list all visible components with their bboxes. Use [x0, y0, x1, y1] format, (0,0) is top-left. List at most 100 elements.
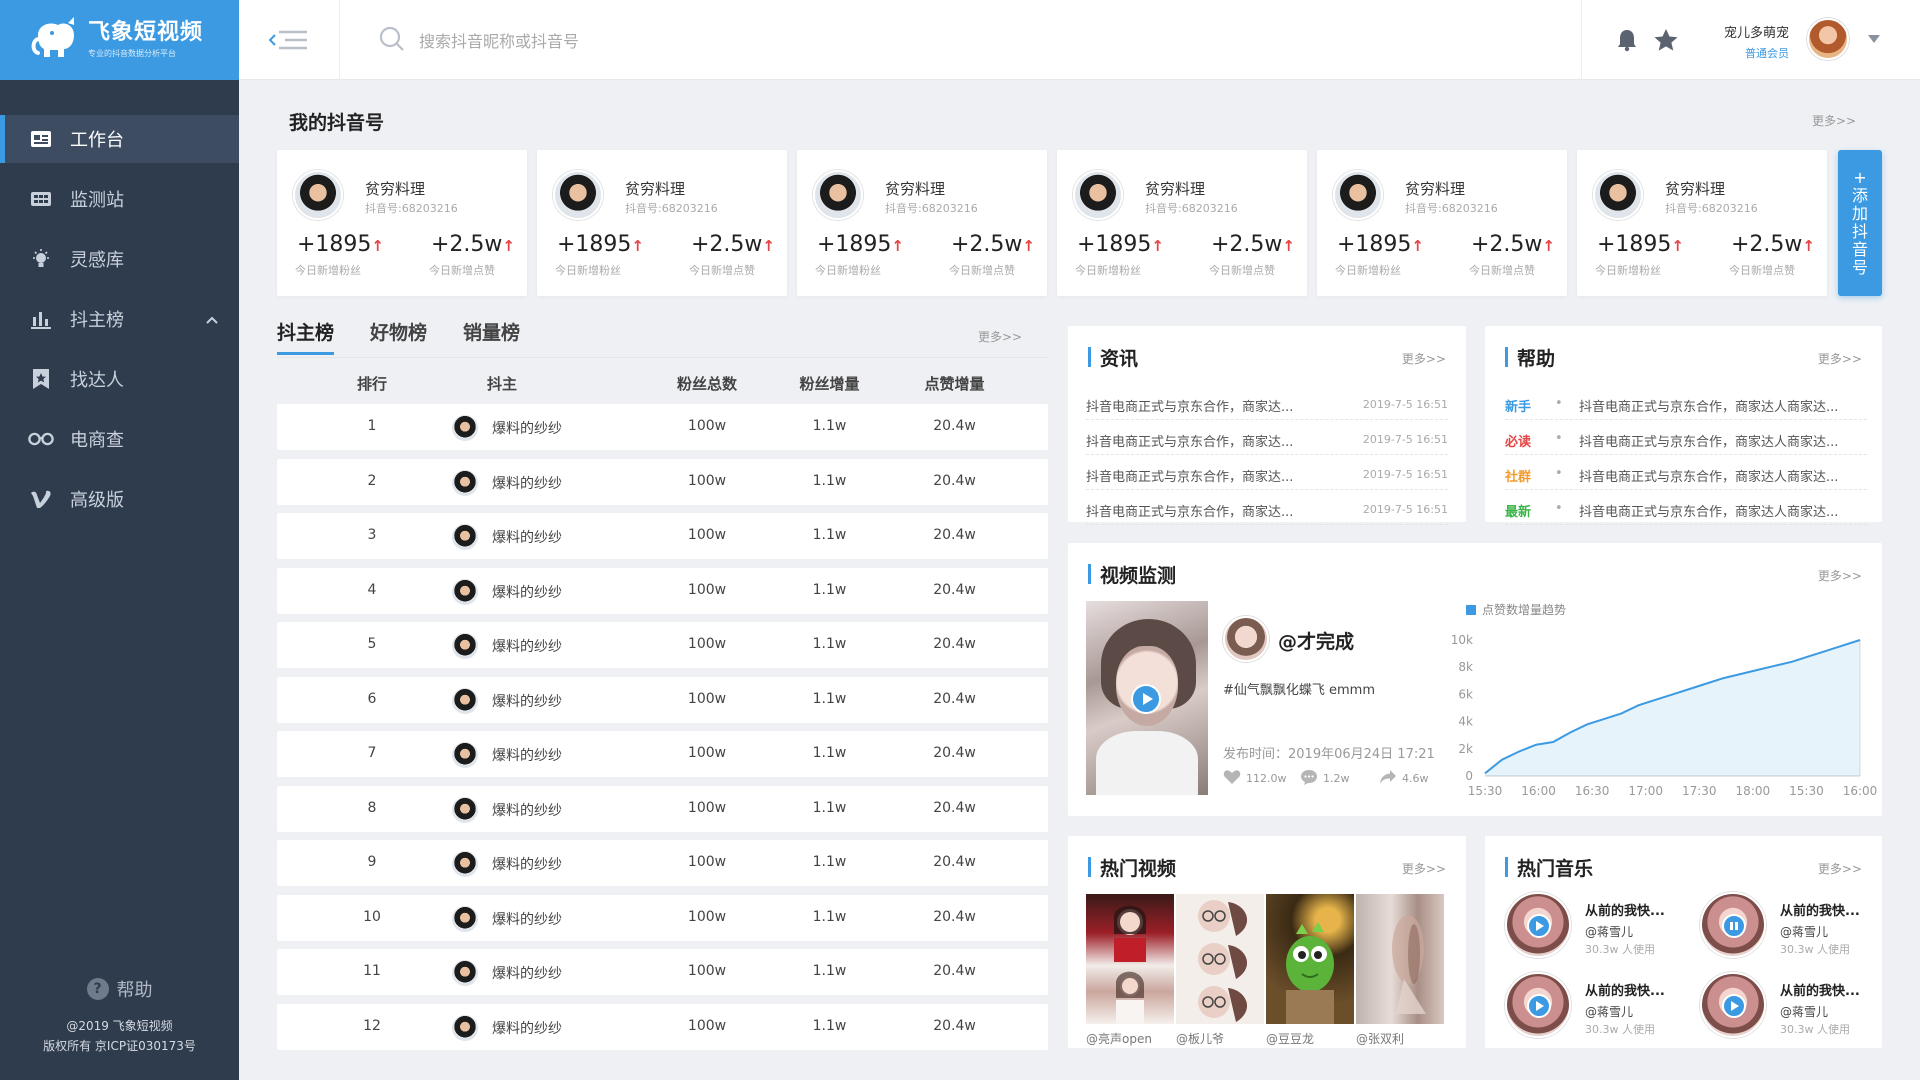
- search-input[interactable]: [419, 31, 779, 51]
- likes-increase: +2.5w↑: [1731, 232, 1815, 257]
- creator-name[interactable]: 爆料的纱纱: [492, 854, 562, 874]
- news-item[interactable]: 抖音电商正式与京东合作，商家达... 2019-7-5 16:51: [1086, 491, 1448, 525]
- creator-name[interactable]: 爆料的纱纱: [492, 745, 562, 765]
- video-monitor-panel: 视频监测 更多>> @才完成 #仙气飘飘化蝶飞 emmm 发布时间：2019年0…: [1068, 543, 1882, 816]
- total-fans-cell: 100w: [687, 963, 727, 979]
- total-fans-cell: 100w: [687, 527, 727, 543]
- user-avatar[interactable]: [1807, 18, 1849, 60]
- table-row[interactable]: 9 爆料的纱纱 100w 1.1w 20.4w: [277, 840, 1048, 886]
- creator-name[interactable]: 爆料的纱纱: [492, 691, 562, 711]
- creator-name[interactable]: 爆料的纱纱: [492, 636, 562, 656]
- table-row[interactable]: 4 爆料的纱纱 100w 1.1w 20.4w: [277, 567, 1048, 614]
- creator-name[interactable]: 爆料的纱纱: [492, 1018, 562, 1038]
- table-row[interactable]: 3 爆料的纱纱 100w 1.1w 20.4w: [277, 513, 1048, 559]
- creator-name[interactable]: 爆料的纱纱: [492, 909, 562, 929]
- account-card[interactable]: 贫穷料理 抖音号:68203216 +1895↑ +2.5w↑ 今日新增粉丝 今日新增点赞: [277, 150, 527, 296]
- play-icon[interactable]: [1722, 994, 1746, 1018]
- account-card[interactable]: 贫穷料理 抖音号:68203216 +1895↑ +2.5w↑ 今日新增粉丝 今日新增点赞: [1317, 150, 1567, 296]
- account-card[interactable]: 贫穷料理 抖音号:68203216 +1895↑ +2.5w↑ 今日新增粉丝 今日新增点赞: [1057, 150, 1307, 296]
- sidebar-item-label: 灵感库: [70, 250, 124, 271]
- chart-y-tick: 6k: [1458, 687, 1473, 701]
- user-name: 宠儿多萌宠: [1723, 26, 1789, 41]
- table-row[interactable]: 5 爆料的纱纱 100w 1.1w 20.4w: [277, 622, 1048, 668]
- music-item[interactable]: 从前的我快... @蒋雪儿 30.3w 人使用: [1505, 892, 1695, 964]
- news-item[interactable]: 抖音电商正式与京东合作，商家达... 2019-7-5 16:51: [1086, 456, 1448, 490]
- creator-name[interactable]: 爆料的纱纱: [492, 473, 562, 493]
- help-more-link[interactable]: 更多>>: [1818, 350, 1862, 367]
- add-account-button[interactable]: + 添 加 抖 音 号: [1838, 150, 1882, 296]
- hot-music-more-link[interactable]: 更多>>: [1818, 860, 1862, 877]
- hot-music-panel: 热门音乐 更多>> 从前的我快... @蒋雪儿 30.3w 人使用 从前的我快... @…: [1485, 836, 1882, 1048]
- table-row[interactable]: 2 爆料的纱纱 100w 1.1w 20.4w: [277, 458, 1048, 505]
- tab-creator-rank[interactable]: 抖主榜: [277, 318, 335, 355]
- account-card[interactable]: 贫穷料理 抖音号:68203216 +1895↑ +2.5w↑ 今日新增粉丝 今日新增点赞: [537, 150, 787, 296]
- play-icon[interactable]: [1527, 914, 1551, 938]
- table-row[interactable]: 10 爆料的纱纱 100w 1.1w 20.4w: [277, 894, 1048, 941]
- sidebar-item-find-talent[interactable]: 找达人: [0, 355, 239, 403]
- brand-logo[interactable]: 飞象短视频 专业的抖音数据分析平台: [0, 0, 239, 80]
- hot-video-author[interactable]: @板儿爷: [1176, 1030, 1224, 1047]
- hot-videos-more-link[interactable]: 更多>>: [1402, 860, 1446, 877]
- user-info[interactable]: 宠儿多萌宠 普通会员: [1719, 22, 1789, 61]
- table-row[interactable]: 8 爆料的纱纱 100w 1.1w 20.4w: [277, 785, 1048, 832]
- sidebar-item-ecommerce[interactable]: 电商查: [0, 415, 239, 463]
- help-item[interactable]: 必读 • 抖音电商正式与京东合作，商家达人商家达...: [1505, 421, 1867, 455]
- chevron-up-icon[interactable]: [205, 309, 219, 330]
- total-fans-cell: 100w: [687, 854, 727, 870]
- hot-video-author[interactable]: @张双利: [1356, 1030, 1404, 1047]
- table-row[interactable]: 12 爆料的纱纱 100w 1.1w 20.4w: [277, 1003, 1048, 1050]
- news-more-link[interactable]: 更多>>: [1402, 350, 1446, 367]
- music-item[interactable]: 从前的我快... @蒋雪儿 30.3w 人使用: [1505, 972, 1695, 1044]
- chevron-down-icon[interactable]: [1867, 32, 1881, 48]
- sidebar-item-ranking[interactable]: 抖主榜: [0, 295, 239, 343]
- sidebar-item-workbench[interactable]: 工作台: [0, 115, 239, 163]
- help-item[interactable]: 最新 • 抖音电商正式与京东合作，商家达人商家达...: [1505, 491, 1867, 525]
- chart-x-tick: 15:30: [1468, 784, 1503, 798]
- hot-video-thumbnail[interactable]: [1086, 894, 1174, 1024]
- play-icon[interactable]: [1527, 994, 1551, 1018]
- music-item[interactable]: 从前的我快... @蒋雪儿 30.3w 人使用: [1700, 892, 1890, 964]
- creator-name[interactable]: 爆料的纱纱: [492, 800, 562, 820]
- hot-video-author[interactable]: @亮声open: [1086, 1030, 1152, 1047]
- fans-increase-label: 今日新增粉丝: [1335, 264, 1401, 277]
- creator-name[interactable]: 爆料的纱纱: [492, 582, 562, 602]
- sidebar-item-monitor[interactable]: 监测站: [0, 175, 239, 223]
- creator-name[interactable]: 爆料的纱纱: [492, 963, 562, 983]
- news-item[interactable]: 抖音电商正式与京东合作，商家达... 2019-7-5 16:51: [1086, 421, 1448, 455]
- sidebar-item-inspiration[interactable]: 灵感库: [0, 235, 239, 283]
- star-icon[interactable]: [1653, 28, 1679, 56]
- sidebar-item-premium[interactable]: 高级版: [0, 475, 239, 523]
- creator-name[interactable]: 爆料的纱纱: [492, 418, 562, 438]
- account-card[interactable]: 贫穷料理 抖音号:68203216 +1895↑ +2.5w↑ 今日新增粉丝 今日新增点赞: [1577, 150, 1827, 296]
- news-item[interactable]: 抖音电商正式与京东合作，商家达... 2019-7-5 16:51: [1086, 386, 1448, 420]
- column-header-likes-increase: 点赞增量: [924, 375, 985, 393]
- hot-video-author[interactable]: @豆豆龙: [1266, 1030, 1314, 1047]
- help-item[interactable]: 社群 • 抖音电商正式与京东合作，商家达人商家达...: [1505, 456, 1867, 490]
- tab-sales-rank[interactable]: 销量榜: [463, 318, 520, 355]
- table-row[interactable]: 7 爆料的纱纱 100w 1.1w 20.4w: [277, 731, 1048, 777]
- table-row[interactable]: 6 爆料的纱纱 100w 1.1w 20.4w: [277, 676, 1048, 723]
- account-card[interactable]: 贫穷料理 抖音号:68203216 +1895↑ +2.5w↑ 今日新增粉丝 今日新增点赞: [797, 150, 1047, 296]
- creator-avatar: [452, 415, 478, 441]
- music-artist: @蒋雪儿: [1780, 925, 1829, 939]
- sidebar-item-label: 高级版: [70, 490, 124, 511]
- pause-icon[interactable]: [1722, 914, 1746, 938]
- account-avatar: [1333, 170, 1383, 220]
- top-header: 宠儿多萌宠 普通会员: [239, 0, 1920, 80]
- table-row[interactable]: 11 爆料的纱纱 100w 1.1w 20.4w: [277, 949, 1048, 995]
- music-item[interactable]: 从前的我快... @蒋雪儿 30.3w 人使用: [1700, 972, 1890, 1044]
- bell-icon[interactable]: [1615, 28, 1639, 56]
- menu-toggle-icon[interactable]: [268, 26, 309, 54]
- fans-increase-cell: 1.1w: [812, 527, 847, 543]
- sidebar-help-link[interactable]: ? 帮助: [0, 976, 239, 1002]
- hot-video-thumbnail[interactable]: [1176, 894, 1264, 1024]
- tab-goods-rank[interactable]: 好物榜: [370, 318, 427, 355]
- creator-name[interactable]: 爆料的纱纱: [492, 527, 562, 547]
- help-item[interactable]: 新手 • 抖音电商正式与京东合作，商家达人商家达...: [1505, 386, 1867, 420]
- table-row[interactable]: 1 爆料的纱纱 100w 1.1w 20.4w: [277, 404, 1048, 450]
- hot-video-thumbnail[interactable]: [1356, 894, 1444, 1024]
- hot-video-thumbnail[interactable]: [1266, 894, 1354, 1024]
- search-bar: [379, 26, 779, 56]
- accounts-more-link[interactable]: 更多>>: [1812, 112, 1856, 129]
- ranking-more-link[interactable]: 更多>>: [978, 328, 1022, 345]
